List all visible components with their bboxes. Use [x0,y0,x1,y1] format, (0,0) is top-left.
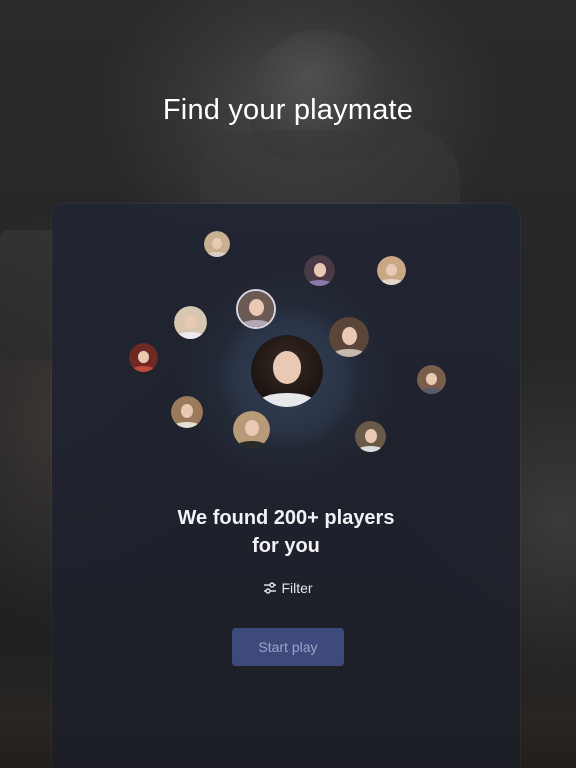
avatar-player[interactable] [174,306,207,339]
results-headline-line1: We found 200+ players [177,507,395,529]
sliders-icon [263,582,277,594]
filter-row: Filter [0,580,576,597]
avatar-player[interactable] [304,255,335,286]
results-headline-line2: for you [252,535,320,557]
background-rifle [0,230,60,360]
filter-button[interactable]: Filter [263,580,313,596]
avatar-center[interactable] [251,335,323,407]
results-headline: We found 200+ players for you [52,504,520,560]
avatar-player[interactable] [417,365,446,394]
filter-label: Filter [281,580,313,596]
avatar-player[interactable] [233,411,270,448]
app-screen: Find your playmate We found 200+ players… [0,0,576,768]
avatar-player[interactable] [329,317,369,357]
avatar-player[interactable] [355,421,386,452]
avatar-player[interactable] [171,396,203,428]
avatar-player[interactable] [204,231,230,257]
avatar-player[interactable] [129,343,158,372]
start-play-button[interactable]: Start play [232,628,344,666]
avatar-player[interactable] [236,289,276,329]
avatar-player[interactable] [377,256,406,285]
page-title: Find your playmate [162,94,414,126]
